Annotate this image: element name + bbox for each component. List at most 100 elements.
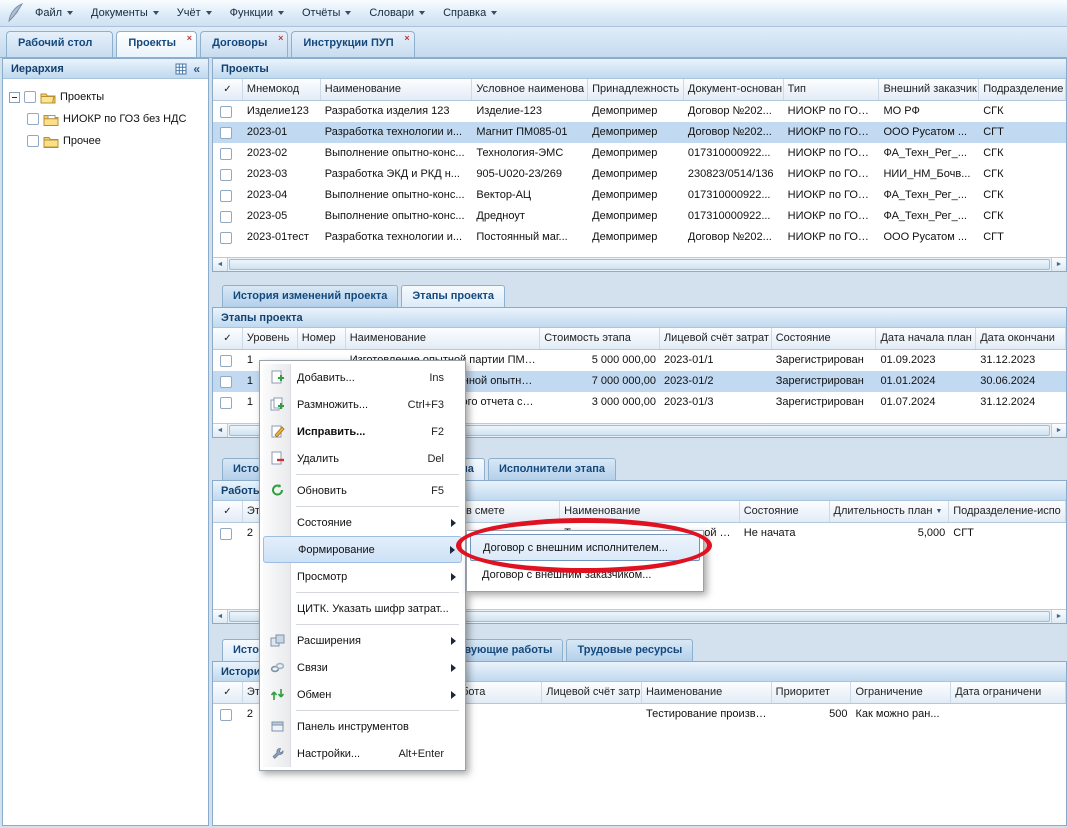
context-menu-item[interactable]: Панель инструментов [263, 713, 462, 740]
table-row[interactable]: 2023-05Выполнение опытно-конс...Дредноут… [213, 206, 1066, 227]
row-checkbox[interactable] [220, 127, 232, 139]
row-checkbox[interactable] [220, 190, 232, 202]
row-select-cell[interactable] [213, 101, 243, 122]
context-menu-item[interactable]: Исправить...F2 [263, 418, 462, 445]
submenu-item[interactable]: Договор с внешним заказчиком... [470, 561, 700, 588]
column-header[interactable]: Подразделение-испо [949, 501, 1066, 522]
context-menu-item[interactable]: Состояние [263, 509, 462, 536]
row-checkbox[interactable] [220, 709, 232, 721]
column-header[interactable]: Внешний заказчик [879, 79, 979, 100]
column-header[interactable]: Лицевой счёт затрат [660, 328, 772, 349]
tree-node-checkbox[interactable] [27, 135, 39, 147]
tree-node[interactable]: Прочее [5, 130, 206, 152]
menubar-item[interactable]: Справка [434, 3, 506, 23]
context-menu-item[interactable]: Настройки...Alt+Enter [263, 740, 462, 767]
table-row[interactable]: 2023-04Выполнение опытно-конс...Вектор-А… [213, 185, 1066, 206]
tree-node-checkbox[interactable] [24, 91, 36, 103]
column-header[interactable]: ✓ [213, 501, 243, 522]
detail-tab[interactable]: Этапы проекта [401, 285, 505, 307]
menubar-item[interactable]: Документы [82, 3, 168, 23]
close-tab-icon[interactable]: × [404, 34, 409, 43]
context-menu-item[interactable]: УдалитьDel [263, 445, 462, 472]
context-menu-item[interactable]: Просмотр [263, 563, 462, 590]
row-select-cell[interactable] [213, 143, 243, 164]
table-row[interactable]: 2023-01Разработка технологии и...Магнит … [213, 122, 1066, 143]
tree-node[interactable]: НИОКР по ГОЗ без НДС [5, 108, 206, 130]
context-menu-item[interactable]: Формирование [263, 536, 462, 563]
close-tab-icon[interactable]: × [278, 34, 283, 43]
scroll-left-button[interactable]: ◄ [213, 610, 228, 623]
row-select-cell[interactable] [213, 392, 243, 413]
column-header[interactable]: ✓ [213, 79, 243, 100]
column-header[interactable]: ✓ [213, 328, 243, 349]
tree-node-checkbox[interactable] [27, 113, 39, 125]
scroll-left-button[interactable]: ◄ [213, 258, 228, 271]
row-select-cell[interactable] [213, 371, 243, 392]
table-row[interactable]: 2023-03Разработка ЭКД и РКД н...905-U020… [213, 164, 1066, 185]
column-header[interactable]: Стоимость этапа [540, 328, 660, 349]
column-header[interactable]: Уровень [243, 328, 298, 349]
scroll-right-button[interactable]: ► [1051, 424, 1066, 437]
horizontal-scrollbar[interactable]: ◄► [213, 257, 1066, 271]
row-checkbox[interactable] [220, 232, 232, 244]
menubar-item[interactable]: Отчёты [293, 3, 360, 23]
detail-tab[interactable]: История изменений проекта [222, 285, 398, 307]
row-select-cell[interactable] [213, 350, 243, 371]
column-header[interactable]: ✓ [213, 682, 243, 703]
menubar-item[interactable]: Функции [221, 3, 293, 23]
row-checkbox[interactable] [220, 397, 232, 409]
tree-grid-icon[interactable] [175, 63, 187, 75]
submenu-item[interactable]: Договор с внешним исполнителем... [470, 534, 700, 561]
column-header[interactable]: Приоритет [772, 682, 852, 703]
column-header[interactable]: Тип [784, 79, 880, 100]
column-header[interactable]: Дата ограничени [951, 682, 1066, 703]
table-row[interactable]: 2023-02Выполнение опытно-конс...Технолог… [213, 143, 1066, 164]
tree-node[interactable]: Проекты [5, 86, 206, 108]
column-header[interactable]: Лицевой счёт затр [542, 682, 642, 703]
column-header[interactable]: Подразделение [979, 79, 1066, 100]
table-row[interactable]: 2023-01тестРазработка технологии и...Пос… [213, 227, 1066, 248]
menubar-item[interactable]: Словари [360, 3, 434, 23]
context-menu-item[interactable]: ОбновитьF5 [263, 477, 462, 504]
close-tab-icon[interactable]: × [187, 34, 192, 43]
row-checkbox[interactable] [220, 355, 232, 367]
column-header[interactable]: Принадлежность [588, 79, 684, 100]
column-header[interactable]: Дата окончани [976, 328, 1066, 349]
row-checkbox[interactable] [220, 376, 232, 388]
row-select-cell[interactable] [213, 227, 243, 248]
column-header[interactable]: Длительность план▼ [830, 501, 950, 522]
column-header[interactable]: Дата начала план [876, 328, 976, 349]
context-menu-item[interactable]: ЦИТК. Указать шифр затрат... [263, 595, 462, 622]
workspace-tab[interactable]: Проекты× [116, 31, 197, 57]
tree-expander-icon[interactable] [9, 92, 20, 103]
context-menu-item[interactable]: Связи [263, 654, 462, 681]
row-select-cell[interactable] [213, 164, 243, 185]
column-header[interactable]: Состояние [740, 501, 830, 522]
context-menu-item[interactable]: Расширения [263, 627, 462, 654]
row-select-cell[interactable] [213, 185, 243, 206]
row-checkbox[interactable] [220, 106, 232, 118]
table-row[interactable]: Изделие123Разработка изделия 123Изделие-… [213, 101, 1066, 122]
scroll-right-button[interactable]: ► [1051, 610, 1066, 623]
column-header[interactable]: Состояние [772, 328, 877, 349]
row-checkbox[interactable] [220, 148, 232, 160]
workspace-tab[interactable]: Рабочий стол [6, 31, 113, 57]
column-header[interactable]: Наименование [346, 328, 541, 349]
detail-tab[interactable]: Трудовые ресурсы [566, 639, 693, 661]
context-menu-item[interactable]: Размножить...Ctrl+F3 [263, 391, 462, 418]
scroll-thumb[interactable] [229, 259, 1050, 270]
row-select-cell[interactable] [213, 122, 243, 143]
menubar-item[interactable]: Учёт [168, 3, 221, 23]
column-header[interactable]: Условное наименова [472, 79, 588, 100]
row-select-cell[interactable] [213, 206, 243, 227]
workspace-tab[interactable]: Инструкции ПУП× [291, 31, 414, 57]
column-header[interactable]: Наименование [321, 79, 473, 100]
row-select-cell[interactable] [213, 704, 243, 725]
context-menu-item[interactable]: Обмен [263, 681, 462, 708]
column-header[interactable]: Номер [298, 328, 346, 349]
row-checkbox[interactable] [220, 528, 232, 540]
collapse-panel-button[interactable]: « [193, 62, 200, 76]
column-header[interactable]: Мнемокод [243, 79, 321, 100]
menubar-item[interactable]: Файл [26, 3, 82, 23]
detail-tab[interactable]: Исполнители этапа [488, 458, 616, 480]
